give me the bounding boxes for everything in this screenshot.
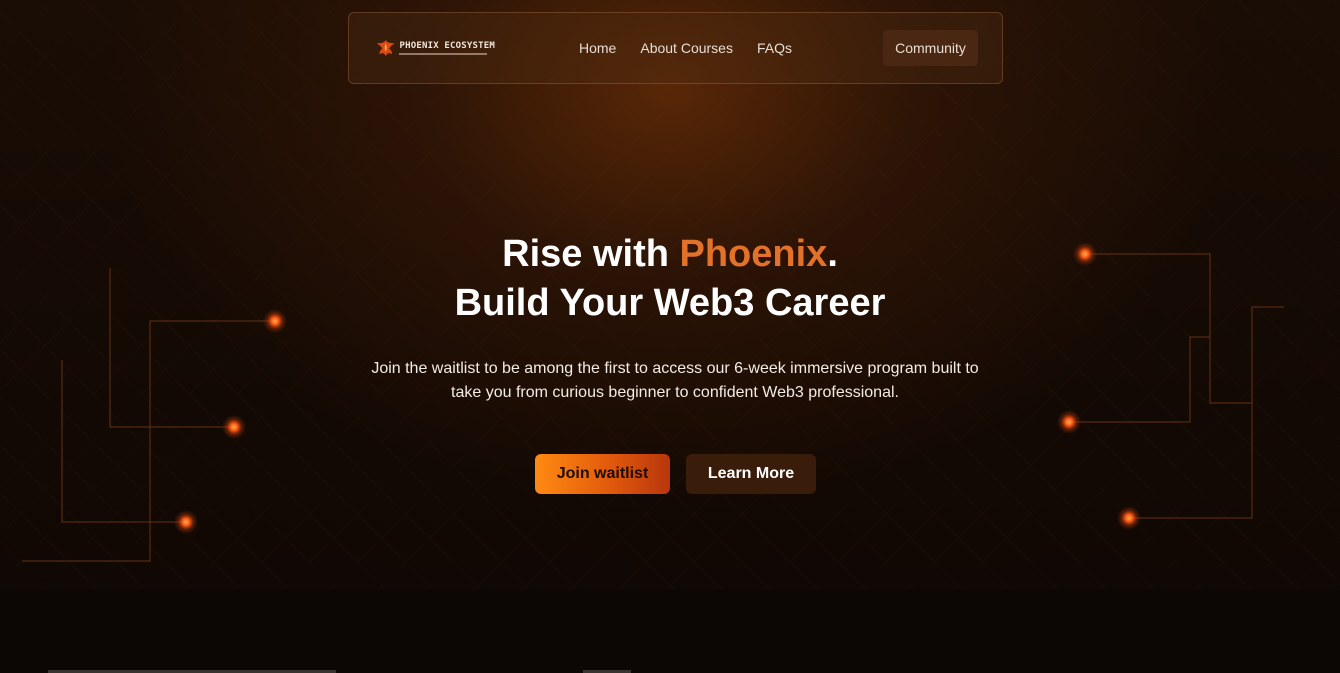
circuit-node	[1057, 410, 1081, 434]
top-navigation: PHOENIX ECOSYSTEM Home About Courses FAQ…	[348, 12, 1003, 84]
landing-page: PHOENIX ECOSYSTEM Home About Courses FAQ…	[0, 0, 1340, 673]
circuit-node	[222, 415, 246, 439]
headline-line2: Build Your Web3 Career	[454, 282, 886, 324]
circuit-line	[1069, 336, 1210, 423]
logo-tagline	[399, 53, 488, 55]
community-button[interactable]: Community	[883, 30, 978, 66]
phoenix-bird-icon	[376, 39, 395, 57]
hero-subtext: Join the waitlist to be among the first …	[371, 360, 979, 401]
circuit-line	[22, 320, 275, 562]
circuit-node	[174, 510, 198, 534]
hero-headline: Rise with Phoenix. Build Your Web3 Caree…	[0, 230, 1340, 328]
logo-title: PHOENIX ECOSYSTEM	[399, 41, 495, 51]
headline-prefix: Rise with	[502, 233, 680, 275]
nav-link-faqs[interactable]: FAQs	[757, 40, 792, 56]
circuit-decoration	[22, 242, 1284, 562]
headline-accent: Phoenix	[679, 233, 828, 275]
logo[interactable]: PHOENIX ECOSYSTEM	[375, 33, 495, 63]
headline-suffix: .	[827, 233, 838, 275]
nav-link-home[interactable]: Home	[579, 40, 616, 56]
circuit-line	[61, 360, 186, 523]
learn-more-button[interactable]: Learn More	[686, 454, 816, 494]
join-waitlist-button[interactable]: Join waitlist	[535, 454, 670, 494]
nav-links: Home About Courses FAQs	[579, 13, 792, 83]
nav-link-about-courses[interactable]: About Courses	[640, 40, 733, 56]
circuit-line	[1129, 306, 1284, 519]
circuit-node	[1117, 506, 1141, 530]
